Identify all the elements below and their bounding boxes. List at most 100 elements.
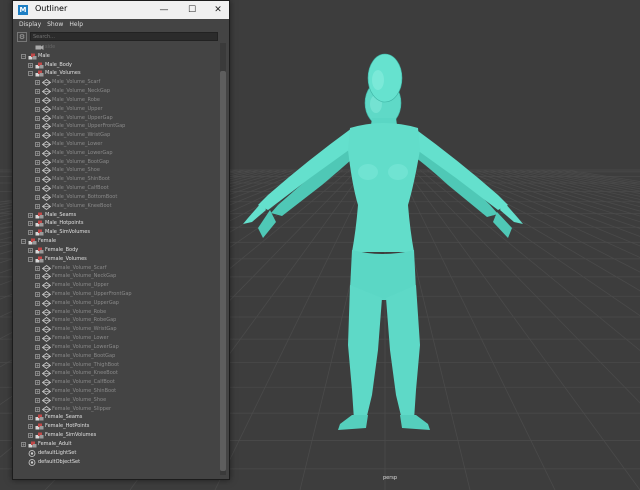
- tree-item[interactable]: + Female_Volume_ShinBoot: [17, 387, 217, 396]
- tree-item[interactable]: + Female_Volume_Upper: [17, 281, 217, 290]
- tree-item[interactable]: + Female_Volume_CalfBoot: [17, 378, 217, 387]
- expand-icon[interactable]: +: [35, 194, 40, 200]
- menu-show[interactable]: Show: [47, 19, 63, 31]
- expand-icon[interactable]: +: [28, 221, 33, 227]
- tree-item[interactable]: + Male_Volume_Scarf: [17, 78, 217, 87]
- tree-item[interactable]: − Male_Volumes: [17, 69, 217, 78]
- tree-item[interactable]: + Male_Volume_LowerGap: [17, 149, 217, 158]
- expand-icon[interactable]: +: [35, 203, 40, 209]
- tree-item[interactable]: + Male_Seams: [17, 211, 217, 220]
- tree-item[interactable]: + Female_Seams: [17, 413, 217, 422]
- outliner-window[interactable]: M Outliner — ☐ ✕ Display Show Help ⚙ sid…: [12, 0, 230, 480]
- expand-icon[interactable]: +: [35, 283, 40, 289]
- tree-item[interactable]: + Female_Volume_RobeGap: [17, 316, 217, 325]
- expand-icon[interactable]: +: [35, 300, 40, 306]
- tree-item[interactable]: + Male_Volume_BootGap: [17, 158, 217, 167]
- tree-item[interactable]: + Male_Volume_BottomBoot: [17, 193, 217, 202]
- expand-icon[interactable]: +: [35, 124, 40, 130]
- scrollbar[interactable]: [220, 43, 226, 475]
- expand-icon[interactable]: +: [35, 336, 40, 342]
- expand-icon[interactable]: +: [35, 274, 40, 280]
- expand-icon[interactable]: +: [35, 150, 40, 156]
- expand-icon[interactable]: +: [35, 353, 40, 359]
- expand-icon[interactable]: +: [35, 309, 40, 315]
- expand-icon[interactable]: +: [35, 265, 40, 271]
- expand-icon[interactable]: +: [28, 247, 33, 253]
- tree-item[interactable]: + Male_Volume_Lower: [17, 140, 217, 149]
- tree-item[interactable]: + Male_Volume_Upper: [17, 105, 217, 114]
- tree-item[interactable]: + Female_Volume_Slipper: [17, 405, 217, 414]
- menu-display[interactable]: Display: [19, 19, 41, 31]
- tree-item[interactable]: + Male_Volume_Robe: [17, 96, 217, 105]
- expand-icon[interactable]: +: [35, 362, 40, 368]
- expand-icon[interactable]: +: [35, 388, 40, 394]
- tree-item[interactable]: + Female_Volume_UpperFrontGap: [17, 290, 217, 299]
- tree-item[interactable]: + Male_Volume_UpperGap: [17, 114, 217, 123]
- expand-icon[interactable]: +: [35, 177, 40, 183]
- expand-icon[interactable]: +: [35, 89, 40, 95]
- tree-item[interactable]: − Male: [17, 52, 217, 61]
- expand-icon[interactable]: +: [35, 380, 40, 386]
- expand-icon[interactable]: +: [35, 115, 40, 121]
- tree-item[interactable]: − Female: [17, 237, 217, 246]
- tree-item[interactable]: + Female_Volume_LowerGap: [17, 343, 217, 352]
- maximize-button[interactable]: ☐: [184, 3, 200, 17]
- tree-item[interactable]: + Male_Volume_CalfBoot: [17, 184, 217, 193]
- expand-icon[interactable]: +: [28, 415, 33, 421]
- tree-item[interactable]: + Male_Body: [17, 61, 217, 70]
- minimize-button[interactable]: —: [156, 3, 172, 17]
- expand-icon[interactable]: +: [28, 212, 33, 218]
- expand-icon[interactable]: +: [28, 424, 33, 430]
- expand-icon[interactable]: +: [28, 230, 33, 236]
- tree-item[interactable]: + Female_Volume_Lower: [17, 334, 217, 343]
- tree-item[interactable]: + Male_Volume_ShinBoot: [17, 175, 217, 184]
- tree-item[interactable]: + Female_Volume_Robe: [17, 308, 217, 317]
- close-button[interactable]: ✕: [210, 3, 226, 17]
- expand-icon[interactable]: +: [35, 97, 40, 103]
- search-options-icon[interactable]: ⚙: [17, 32, 27, 42]
- tree-item[interactable]: defaultObjectSet: [17, 458, 217, 467]
- collapse-icon[interactable]: −: [28, 256, 33, 262]
- expand-icon[interactable]: +: [35, 133, 40, 139]
- tree-item[interactable]: + Male_Volume_NeckGap: [17, 87, 217, 96]
- search-input[interactable]: [30, 32, 218, 41]
- tree-item[interactable]: side: [17, 43, 217, 52]
- tree-item[interactable]: + Female_Adult: [17, 440, 217, 449]
- scrollbar-thumb[interactable]: [220, 71, 226, 471]
- tree-item[interactable]: + Male_Volume_UpperFrontGap: [17, 122, 217, 131]
- expand-icon[interactable]: +: [28, 433, 33, 439]
- tree-item[interactable]: + Male_SimVolumes: [17, 228, 217, 237]
- menu-help[interactable]: Help: [69, 19, 83, 31]
- expand-icon[interactable]: +: [35, 397, 40, 403]
- collapse-icon[interactable]: −: [21, 239, 26, 245]
- expand-icon[interactable]: +: [35, 291, 40, 297]
- expand-icon[interactable]: +: [35, 142, 40, 148]
- expand-icon[interactable]: +: [35, 159, 40, 165]
- expand-icon[interactable]: +: [35, 168, 40, 174]
- tree-item[interactable]: − Female_Volumes: [17, 255, 217, 264]
- expand-icon[interactable]: +: [35, 327, 40, 333]
- expand-icon[interactable]: +: [35, 186, 40, 192]
- tree-item[interactable]: + Male_Volume_Shoe: [17, 166, 217, 175]
- tree-item[interactable]: + Female_Volume_Shoe: [17, 396, 217, 405]
- tree-item[interactable]: + Female_Volume_UpperGap: [17, 299, 217, 308]
- expand-icon[interactable]: +: [21, 441, 26, 447]
- tree-item[interactable]: + Female_Volume_BootGap: [17, 352, 217, 361]
- collapse-icon[interactable]: −: [21, 53, 26, 59]
- tree-item[interactable]: + Female_SimVolumes: [17, 431, 217, 440]
- tree-item[interactable]: + Male_Volume_KneeBoot: [17, 202, 217, 211]
- tree-item[interactable]: + Female_Volume_Scarf: [17, 264, 217, 273]
- tree-item[interactable]: + Female_HotPoints: [17, 422, 217, 431]
- tree-item[interactable]: + Female_Volume_WristGap: [17, 325, 217, 334]
- tree-item[interactable]: + Female_Volume_ThighBoot: [17, 361, 217, 370]
- tree-item[interactable]: + Female_Volume_NeckGap: [17, 272, 217, 281]
- collapse-icon[interactable]: −: [28, 71, 33, 77]
- expand-icon[interactable]: +: [35, 344, 40, 350]
- expand-icon[interactable]: +: [35, 406, 40, 412]
- expand-icon[interactable]: +: [28, 62, 33, 68]
- title-bar[interactable]: M Outliner — ☐ ✕: [13, 1, 229, 19]
- tree-item[interactable]: defaultLightSet: [17, 449, 217, 458]
- tree-item[interactable]: + Female_Body: [17, 246, 217, 255]
- tree-item[interactable]: + Male_Hotpoints: [17, 219, 217, 228]
- tree-item[interactable]: + Male_Volume_WristGap: [17, 131, 217, 140]
